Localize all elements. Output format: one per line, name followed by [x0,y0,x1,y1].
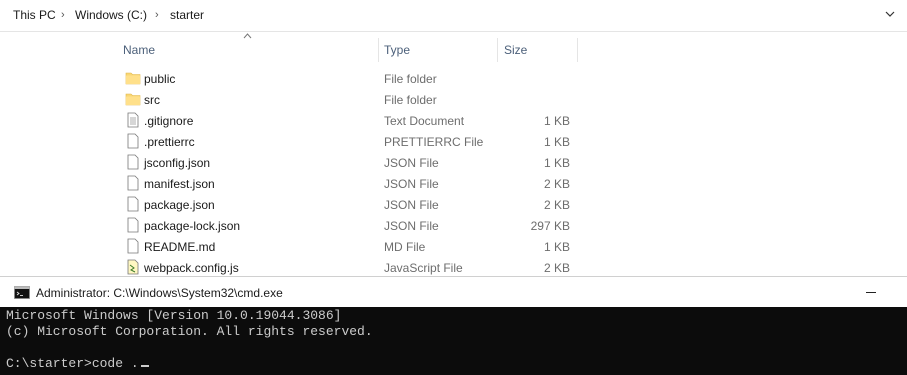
column-type[interactable]: Type [384,43,410,57]
file-icon [127,175,139,191]
file-name: src [144,93,160,107]
file-row[interactable]: src File folder [115,89,585,110]
file-row[interactable]: manifest.json JSON File 2 KB [115,173,585,194]
file-name: jsconfig.json [144,156,211,170]
file-row[interactable]: package.json JSON File 2 KB [115,194,585,215]
file-row[interactable]: README.md MD File 1 KB [115,236,585,257]
file-type: JSON File [384,156,439,170]
file-size: 1 KB [543,114,570,128]
file-name: webpack.config.js [144,261,239,275]
breadcrumb-separator-icon: › [155,9,159,21]
cmd-titlebar[interactable]: Administrator: C:\Windows\System32\cmd.e… [0,276,907,308]
cmd-window-title: Administrator: C:\Windows\System32\cmd.e… [36,286,283,300]
address-bar[interactable]: This PC › Windows (C:) › starter [0,0,907,32]
file-type: MD File [384,240,426,254]
cmd-window[interactable]: Administrator: C:\Windows\System32\cmd.e… [0,276,907,375]
file-row[interactable]: package-lock.json JSON File 297 KB [115,215,585,236]
breadcrumb-current-folder[interactable]: starter [170,8,204,22]
column-divider[interactable] [497,38,498,62]
file-size: 2 KB [543,177,570,191]
column-divider[interactable] [378,38,379,62]
file-type: JSON File [384,219,439,233]
column-name[interactable]: Name [123,43,155,57]
file-icon [127,196,139,212]
file-size: 297 KB [530,219,570,233]
js-file-icon [127,259,139,275]
column-size[interactable]: Size [504,43,527,57]
file-icon [127,154,139,170]
cmd-app-icon [14,286,30,299]
console-line: (c) Microsoft Corporation. All rights re… [6,324,373,339]
text-file-icon [127,112,139,128]
file-name: manifest.json [144,177,215,191]
file-icon [127,238,139,254]
console-line: Microsoft Windows [Version 10.0.19044.30… [6,308,342,323]
cmd-console[interactable]: Microsoft Windows [Version 10.0.19044.30… [0,307,907,375]
file-name: public [144,72,176,86]
file-size: 1 KB [543,240,570,254]
file-name: .gitignore [144,114,194,128]
breadcrumb-this-pc[interactable]: This PC [13,8,56,22]
file-size: 1 KB [543,156,570,170]
file-type: JSON File [384,198,439,212]
file-name: package-lock.json [144,219,241,233]
file-name: .prettierrc [144,135,195,149]
file-type: File folder [384,72,437,86]
file-name: README.md [144,240,216,254]
file-size: 2 KB [543,198,570,212]
minimize-icon[interactable] [866,292,876,293]
file-size: 2 KB [543,261,570,275]
file-type: File folder [384,93,437,107]
folder-icon [125,72,141,85]
breadcrumb-separator-icon: › [61,9,65,21]
file-icon [127,217,139,233]
file-size: 1 KB [543,135,570,149]
file-row[interactable]: .gitignore Text Document 1 KB [115,110,585,131]
file-type: Text Document [384,114,465,128]
file-type: PRETTIERRC File [384,135,484,149]
file-name: package.json [144,198,215,212]
column-header: Name Type Size [115,38,615,62]
file-row[interactable]: .prettierrc PRETTIERRC File 1 KB [115,131,585,152]
file-icon [127,133,139,149]
chevron-down-icon[interactable] [883,7,897,21]
text-cursor [140,365,149,367]
file-row[interactable]: public File folder [115,68,585,89]
column-divider[interactable] [577,38,578,62]
console-prompt: C:\starter>code . [6,356,139,371]
file-type: JavaScript File [384,261,463,275]
file-row[interactable]: webpack.config.js JavaScript File 2 KB [115,257,585,278]
console-prompt-line: C:\starter>code . [6,356,149,371]
folder-icon [125,93,141,106]
file-type: JSON File [384,177,439,191]
file-row[interactable]: jsconfig.json JSON File 1 KB [115,152,585,173]
breadcrumb-drive[interactable]: Windows (C:) [75,8,147,22]
